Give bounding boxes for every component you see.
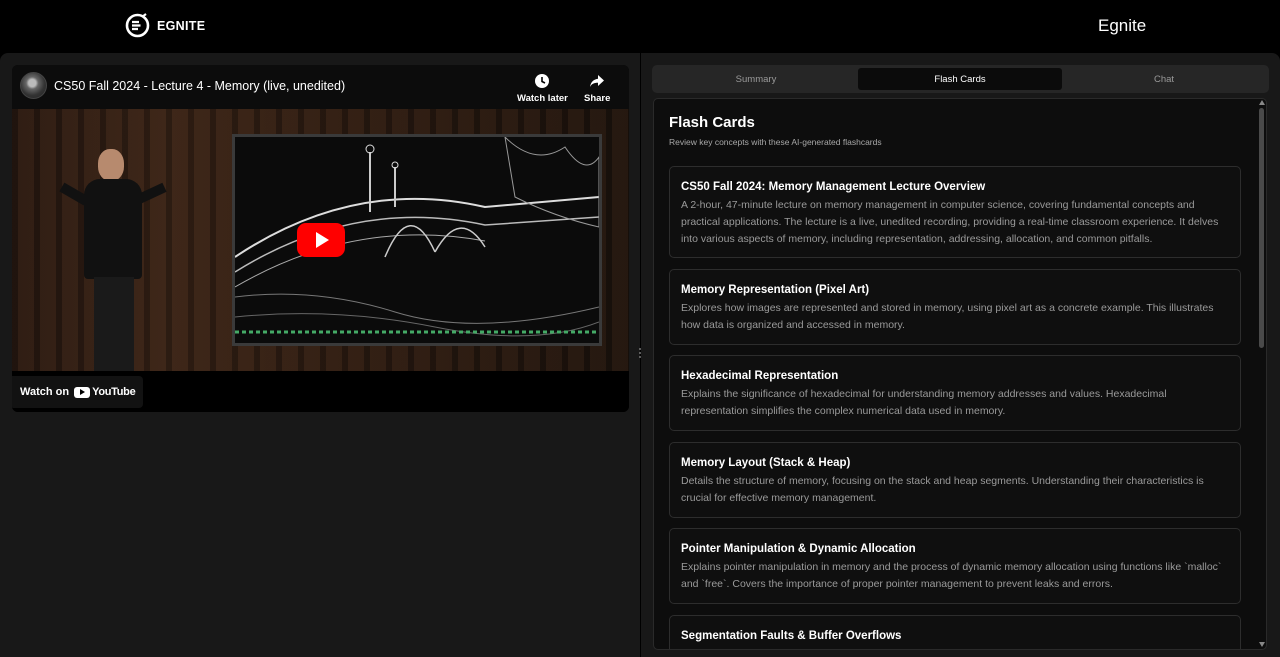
tab-flash-cards[interactable]: Flash Cards (858, 68, 1062, 90)
flashcard[interactable]: Memory Layout (Stack & Heap) Details the… (669, 442, 1241, 518)
flashcard-title: Memory Layout (Stack & Heap) (681, 457, 851, 469)
watch-later-button[interactable]: Watch later (517, 73, 568, 104)
flashcard-title: Segmentation Faults & Buffer Overflows (681, 630, 902, 642)
flashcards-title: Flash Cards (669, 114, 755, 131)
scroll-down-icon[interactable] (1259, 642, 1265, 647)
tab-chat[interactable]: Chat (1062, 68, 1266, 90)
lecturer-figure (59, 149, 167, 371)
play-button[interactable] (297, 223, 345, 257)
flashcard-title: Pointer Manipulation & Dynamic Allocatio… (681, 543, 916, 555)
watch-later-label: Watch later (517, 93, 568, 104)
youtube-label: YouTube (92, 386, 136, 398)
flashcard-text: Details the structure of memory, focusin… (681, 475, 1204, 504)
flashcard[interactable]: CS50 Fall 2024: Memory Management Lectur… (669, 166, 1241, 258)
video-thumbnail[interactable] (12, 109, 629, 371)
clock-icon (535, 74, 550, 88)
tab-bar: Summary Flash Cards Chat (652, 65, 1269, 93)
flashcard[interactable]: Pointer Manipulation & Dynamic Allocatio… (669, 528, 1241, 604)
channel-avatar[interactable] (20, 72, 47, 99)
youtube-embed[interactable]: CS50 Fall 2024 - Lecture 4 - Memory (liv… (12, 65, 629, 412)
flashcard[interactable]: Memory Representation (Pixel Art) Explor… (669, 269, 1241, 345)
flashcard-text: Explains pointer manipulation in memory … (681, 561, 1222, 590)
scroll-up-icon[interactable] (1259, 100, 1265, 105)
top-bar: EGNITE Egnite (0, 0, 1280, 53)
video-top-bar: CS50 Fall 2024 - Lecture 4 - Memory (liv… (12, 65, 629, 109)
content-panel: Summary Flash Cards Chat Flash Cards Rev… (641, 53, 1280, 657)
video-title[interactable]: CS50 Fall 2024 - Lecture 4 - Memory (liv… (54, 79, 345, 93)
video-bottom-bar: Watch on YouTube (12, 371, 629, 412)
flashcard-title: Hexadecimal Representation (681, 370, 839, 382)
flashcard[interactable]: Segmentation Faults & Buffer Overflows (669, 615, 1241, 649)
tab-summary[interactable]: Summary (654, 68, 858, 90)
egnite-logo[interactable]: EGNITE (125, 13, 205, 38)
share-icon (590, 75, 605, 87)
share-button[interactable]: Share (584, 73, 610, 104)
app-name: Egnite (1098, 16, 1147, 35)
video-panel: CS50 Fall 2024 - Lecture 4 - Memory (liv… (0, 53, 640, 657)
flashcard-text: Explains the significance of hexadecimal… (681, 388, 1167, 417)
projector-screen-image (232, 134, 602, 346)
watch-on-youtube-button[interactable]: Watch on YouTube (12, 376, 144, 408)
flashcard-text: A 2-hour, 47-minute lecture on memory ma… (681, 199, 1219, 245)
flashcards-subtitle: Review key concepts with these AI-genera… (669, 137, 882, 147)
flashcard-title: Memory Representation (Pixel Art) (681, 284, 870, 296)
flashcard-text: Explores how images are represented and … (681, 302, 1214, 331)
youtube-play-icon (74, 386, 91, 398)
flashcard[interactable]: Hexadecimal Representation Explains the … (669, 355, 1241, 431)
flashcard-title: CS50 Fall 2024: Memory Management Lectur… (681, 181, 986, 193)
egnite-logo-icon (125, 13, 150, 38)
watch-on-label: Watch on (20, 386, 70, 398)
flashcards-section: Flash Cards Review key concepts with the… (653, 98, 1267, 650)
cards-scrollbar[interactable] (1258, 98, 1266, 650)
share-label: Share (584, 93, 611, 104)
logo-text: EGNITE (157, 18, 206, 33)
scroll-thumb[interactable] (1259, 108, 1264, 348)
youtube-logo: YouTube (74, 386, 136, 398)
